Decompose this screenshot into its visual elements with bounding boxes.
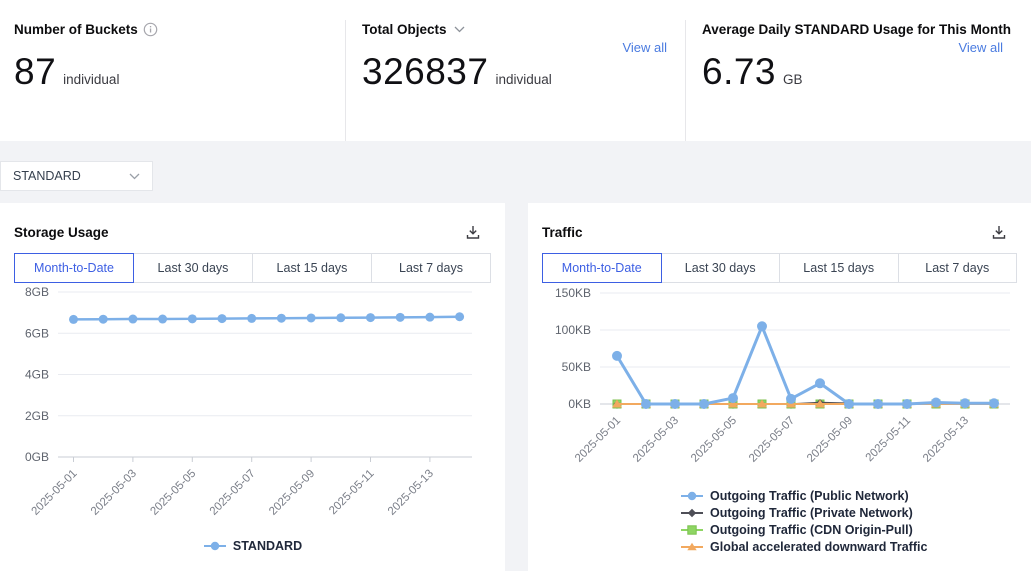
buckets-value: 87 bbox=[14, 51, 56, 93]
svg-text:2025-05-05: 2025-05-05 bbox=[148, 468, 198, 518]
svg-text:4GB: 4GB bbox=[25, 368, 49, 382]
svg-text:2025-05-01: 2025-05-01 bbox=[30, 468, 80, 518]
svg-text:2025-05-07: 2025-05-07 bbox=[747, 415, 797, 465]
svg-text:2025-05-07: 2025-05-07 bbox=[208, 468, 258, 518]
main-area: STANDARD Storage Usage Month-to-Date Las… bbox=[0, 141, 1031, 571]
legend-label: STANDARD bbox=[233, 539, 302, 553]
svg-text:8GB: 8GB bbox=[25, 285, 49, 299]
svg-text:2025-05-09: 2025-05-09 bbox=[805, 415, 855, 465]
stat-total-objects: Total Objects View all 326837 individual bbox=[345, 20, 685, 141]
square-marker-icon bbox=[680, 524, 704, 536]
chevron-down-icon bbox=[129, 167, 140, 185]
objects-value: 326837 bbox=[362, 51, 488, 93]
legend-item[interactable]: Outgoing Traffic (CDN Origin-Pull) bbox=[680, 523, 1031, 537]
svg-text:2025-05-11: 2025-05-11 bbox=[864, 415, 913, 464]
download-icon[interactable] bbox=[465, 224, 481, 240]
storage-usage-line-chart: 0GB2GB4GB6GB8GB2025-05-012025-05-032025-… bbox=[0, 285, 505, 535]
download-icon[interactable] bbox=[991, 224, 1007, 240]
svg-text:2025-05-13: 2025-05-13 bbox=[921, 415, 971, 465]
legend-label: Outgoing Traffic (CDN Origin-Pull) bbox=[710, 523, 913, 537]
tab-last-7-days[interactable]: Last 7 days bbox=[898, 253, 1018, 283]
svg-text:2GB: 2GB bbox=[25, 409, 49, 423]
traffic-period-tabs: Month-to-Date Last 30 days Last 15 days … bbox=[542, 253, 1017, 283]
tab-last-30-days[interactable]: Last 30 days bbox=[661, 253, 781, 283]
svg-text:0GB: 0GB bbox=[25, 450, 49, 464]
storage-class-selected-value: STANDARD bbox=[13, 169, 81, 183]
tab-last-15-days[interactable]: Last 15 days bbox=[252, 253, 372, 283]
legend-label: Outgoing Traffic (Public Network) bbox=[710, 489, 909, 503]
traffic-card-title: Traffic bbox=[542, 225, 583, 240]
objects-unit: individual bbox=[495, 72, 551, 87]
tab-month-to-date[interactable]: Month-to-Date bbox=[14, 253, 134, 283]
info-icon[interactable] bbox=[143, 22, 158, 37]
traffic-chart-legend: Outgoing Traffic (Public Network) Outgoin… bbox=[528, 489, 1031, 554]
circle-marker-icon bbox=[203, 540, 227, 552]
chevron-down-icon[interactable] bbox=[454, 26, 465, 33]
buckets-label: Number of Buckets bbox=[14, 22, 138, 37]
svg-text:2025-05-03: 2025-05-03 bbox=[89, 468, 139, 518]
stat-number-of-buckets: Number of Buckets 87 individual bbox=[0, 20, 345, 141]
objects-label: Total Objects bbox=[362, 22, 447, 37]
avg-usage-view-all-link[interactable]: View all bbox=[958, 40, 1003, 55]
legend-item[interactable]: Global accelerated downward Traffic bbox=[680, 540, 1031, 554]
svg-text:2025-05-13: 2025-05-13 bbox=[386, 468, 436, 518]
traffic-card: Traffic Month-to-Date Last 30 days Last … bbox=[528, 203, 1031, 571]
triangle-marker-icon bbox=[680, 541, 704, 553]
storage-class-select[interactable]: STANDARD bbox=[0, 161, 153, 191]
svg-text:100KB: 100KB bbox=[555, 323, 591, 337]
svg-text:0KB: 0KB bbox=[568, 397, 591, 411]
legend-item[interactable]: Outgoing Traffic (Public Network) bbox=[680, 489, 1031, 503]
storage-period-tabs: Month-to-Date Last 30 days Last 15 days … bbox=[14, 253, 491, 283]
diamond-marker-icon bbox=[680, 507, 704, 519]
svg-text:6GB: 6GB bbox=[25, 326, 49, 340]
buckets-unit: individual bbox=[63, 72, 119, 87]
tab-last-7-days[interactable]: Last 7 days bbox=[371, 253, 491, 283]
stat-avg-daily-usage: View all Average Daily STANDARD Usage fo… bbox=[685, 20, 1031, 141]
top-stats-bar: Number of Buckets 87 individual Total Ob… bbox=[0, 0, 1031, 141]
storage-card-title: Storage Usage bbox=[14, 225, 109, 240]
svg-text:2025-05-09: 2025-05-09 bbox=[267, 468, 317, 518]
avg-usage-unit: GB bbox=[783, 72, 803, 87]
legend-item[interactable]: STANDARD bbox=[203, 539, 302, 553]
avg-usage-value: 6.73 bbox=[702, 51, 776, 93]
circle-marker-icon bbox=[680, 490, 704, 502]
svg-text:2025-05-03: 2025-05-03 bbox=[631, 415, 681, 465]
storage-chart-legend: STANDARD bbox=[0, 539, 505, 553]
svg-text:50KB: 50KB bbox=[562, 360, 591, 374]
svg-text:2025-05-05: 2025-05-05 bbox=[689, 415, 739, 465]
avg-usage-label: Average Daily STANDARD Usage for This Mo… bbox=[702, 22, 1011, 37]
tab-last-15-days[interactable]: Last 15 days bbox=[779, 253, 899, 283]
svg-text:2025-05-01: 2025-05-01 bbox=[573, 415, 623, 465]
legend-item[interactable]: Outgoing Traffic (Private Network) bbox=[680, 506, 1031, 520]
objects-view-all-link[interactable]: View all bbox=[622, 40, 667, 55]
legend-label: Global accelerated downward Traffic bbox=[710, 540, 927, 554]
tab-month-to-date[interactable]: Month-to-Date bbox=[542, 253, 662, 283]
svg-text:2025-05-11: 2025-05-11 bbox=[327, 468, 376, 517]
storage-usage-card: Storage Usage Month-to-Date Last 30 days… bbox=[0, 203, 505, 571]
tab-last-30-days[interactable]: Last 30 days bbox=[133, 253, 253, 283]
traffic-line-chart: 0KB50KB100KB150KB2025-05-012025-05-03202… bbox=[528, 285, 1031, 483]
legend-label: Outgoing Traffic (Private Network) bbox=[710, 506, 913, 520]
svg-text:150KB: 150KB bbox=[555, 286, 591, 300]
